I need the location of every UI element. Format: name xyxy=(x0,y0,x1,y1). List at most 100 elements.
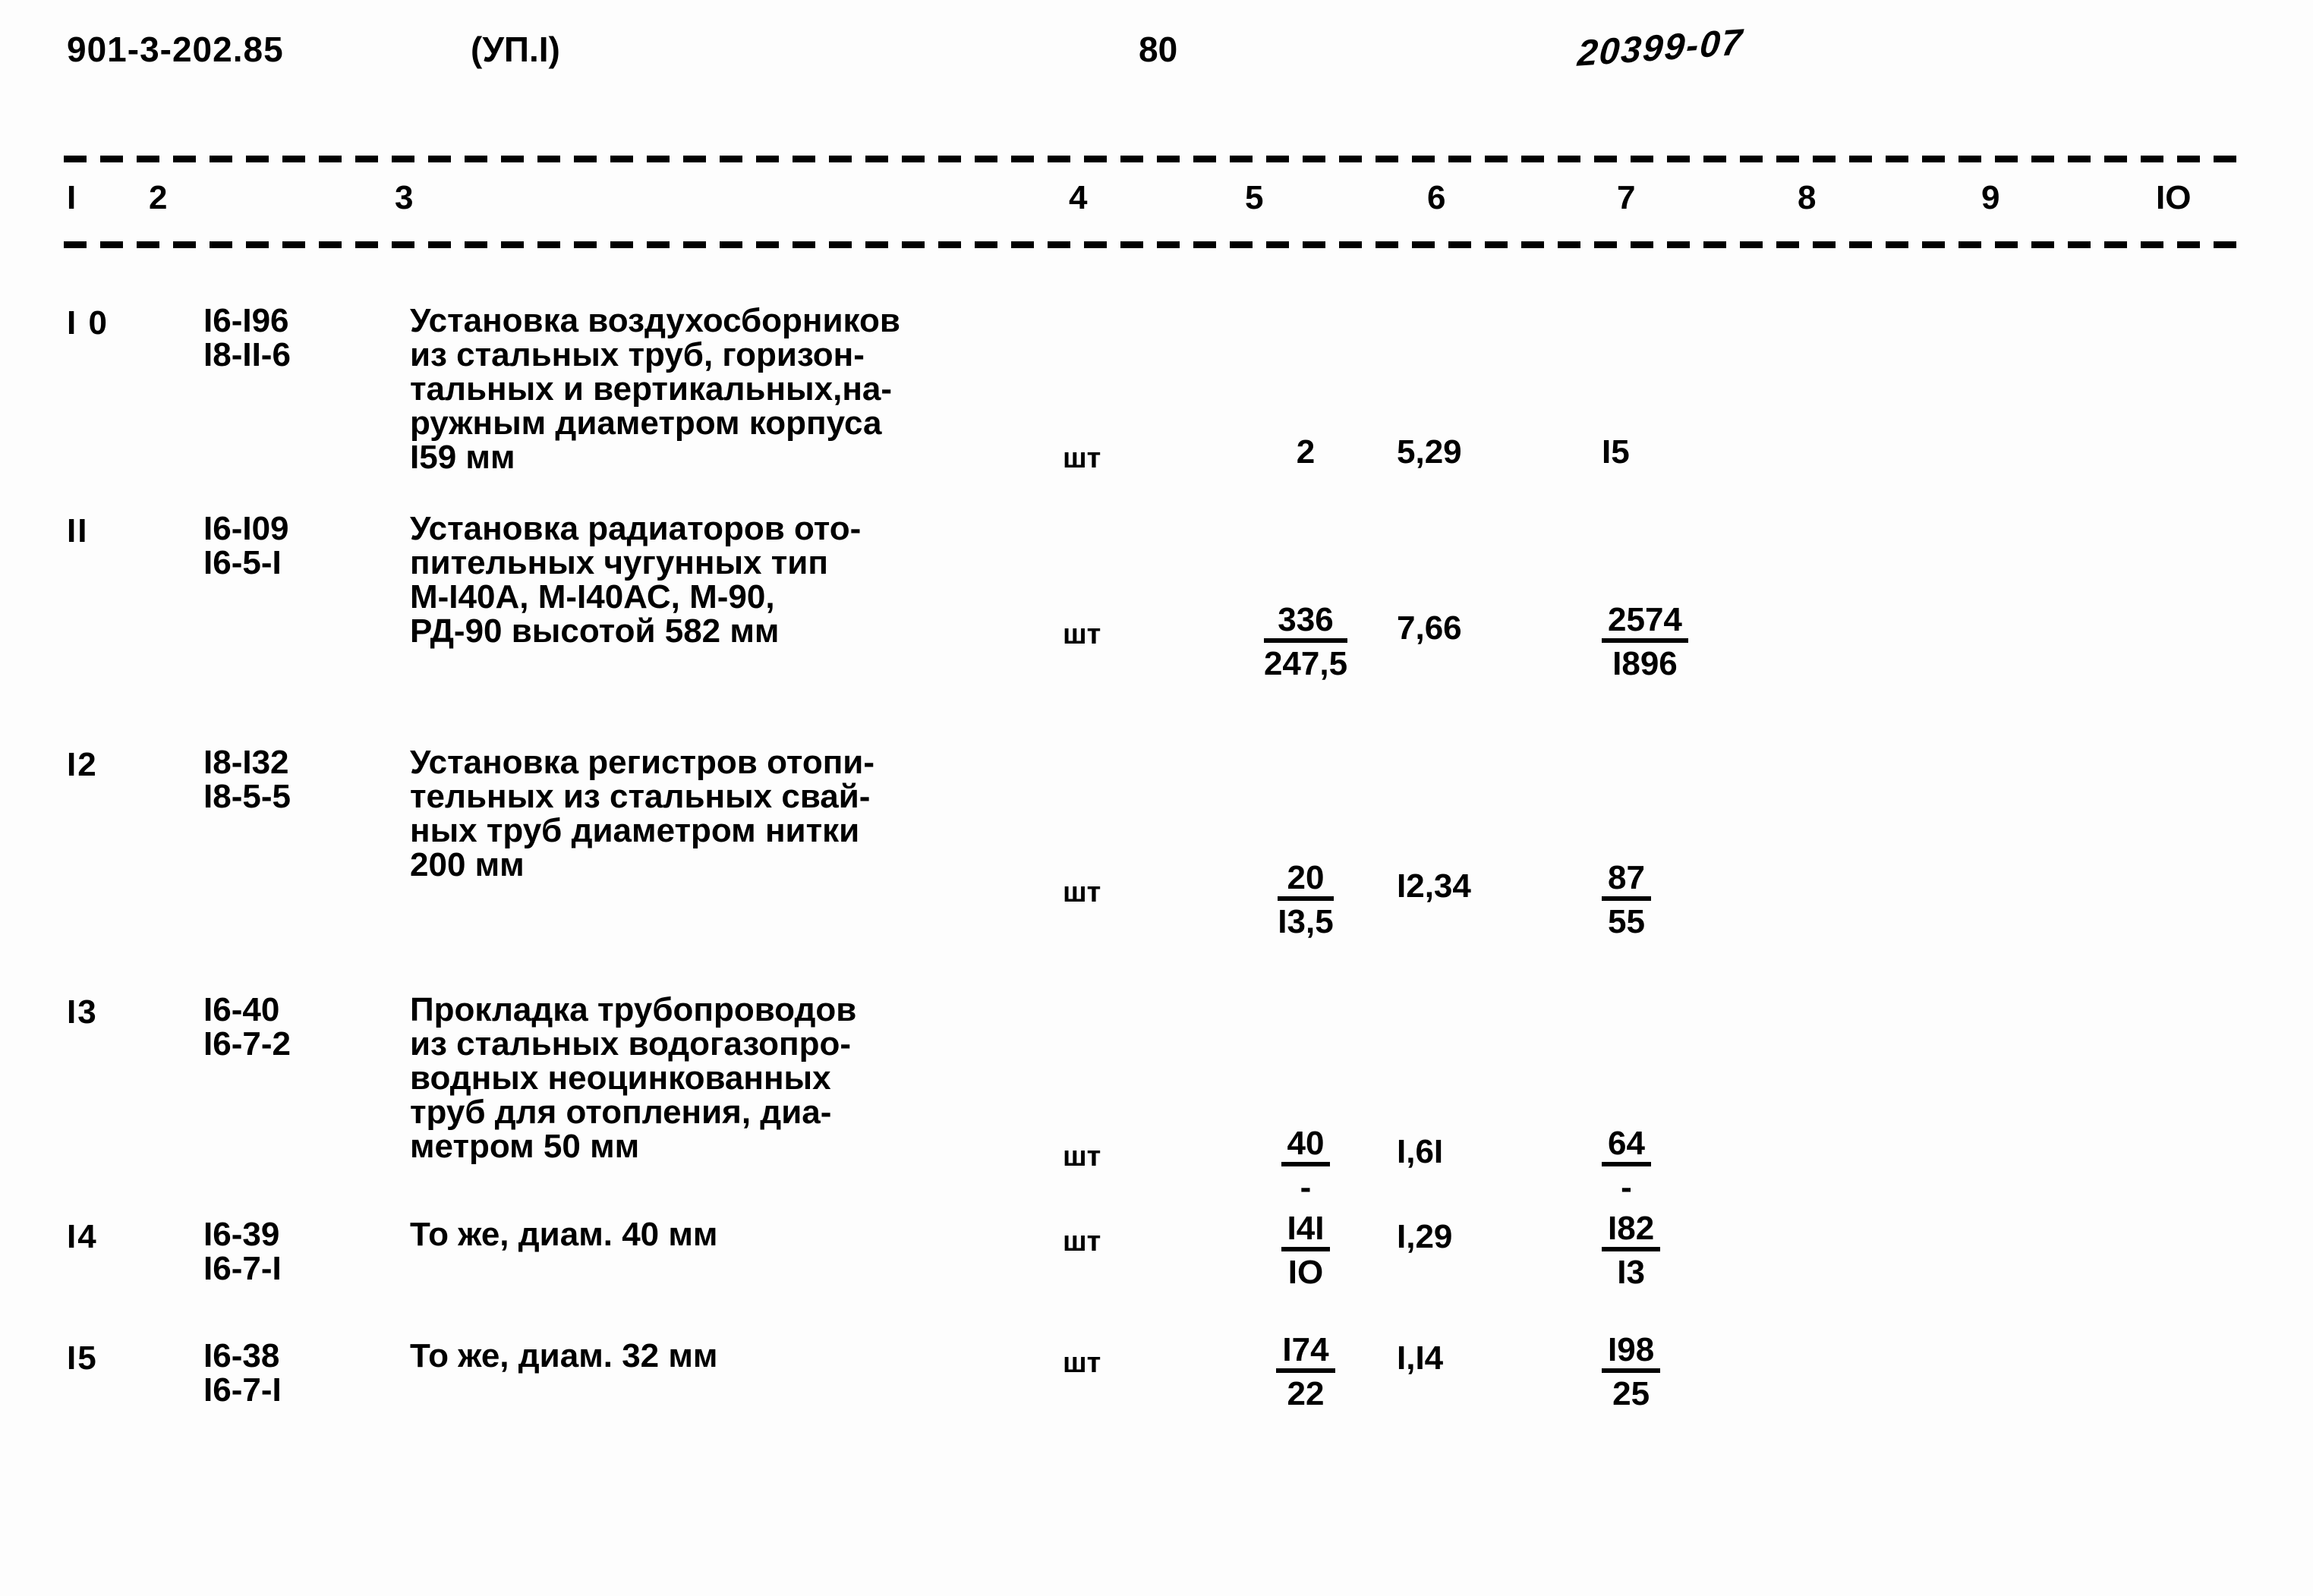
norm-code-line-2: I6-5-I xyxy=(203,543,282,581)
row-quantity-col6: I,29 xyxy=(1397,1218,1453,1255)
table-row: I2 I8-I32 I8-5-5 Установка регистров отоп… xyxy=(0,732,2313,983)
column-number-4: 4 xyxy=(1069,179,1088,216)
quantity-col7-numerator: I82 xyxy=(1602,1212,1661,1251)
norm-code-line-2: I6-7-I xyxy=(203,1249,282,1287)
quantity-col7-fraction: I82 I3 xyxy=(1602,1212,1661,1289)
row-quantity-col5: 2 xyxy=(1230,433,1382,471)
row-quantity-col6: 5,29 xyxy=(1397,433,1462,471)
quantity-col5-numerator: 40 xyxy=(1281,1127,1331,1166)
norm-code-line-1: I6-40 xyxy=(203,991,280,1028)
quantity-col7-value: I5 xyxy=(1602,433,1630,471)
quantity-col5-denominator: IO xyxy=(1287,1254,1324,1291)
quantity-col5-numerator: 336 xyxy=(1263,603,1348,643)
row-position-number: I2 xyxy=(67,746,98,783)
row-norm-code: I6-39 I6-7-I xyxy=(203,1216,282,1287)
row-description: То же, диам. 40 мм xyxy=(410,1216,718,1253)
quantity-col7-fraction: 2574 I896 xyxy=(1602,603,1688,681)
row-quantity-col5: I74 22 xyxy=(1230,1333,1382,1413)
scanned-document-page: 901-3-202.85 (УП.I) 80 20399-07 I 2 3 4 … xyxy=(0,0,2313,1596)
row-quantity-col5: I4I IO xyxy=(1230,1212,1382,1292)
row-description: То же, диам. 32 мм xyxy=(410,1337,718,1374)
row-position-number: I5 xyxy=(67,1339,98,1377)
row-position-number: I4 xyxy=(67,1218,98,1255)
norm-code-line-2: I6-7-I xyxy=(203,1371,282,1409)
row-norm-code: I6-38 I6-7-I xyxy=(203,1339,282,1408)
row-unit: шт xyxy=(1063,1226,1101,1258)
quantity-col5-numerator: I4I xyxy=(1281,1212,1331,1251)
row-quantity-col5: 40 - xyxy=(1230,1127,1382,1207)
quantity-col5-fraction: I4I IO xyxy=(1281,1212,1331,1289)
quantity-col5-fraction: 336 247,5 xyxy=(1263,603,1348,682)
column-number-7: 7 xyxy=(1617,179,1636,216)
row-quantity-col6: I,6I xyxy=(1397,1133,1444,1170)
table-row: II I6-I09 I6-5-I Установка радиаторов ото… xyxy=(0,497,2313,732)
quantity-col5-value: 2 xyxy=(1296,433,1316,471)
row-quantity-col7: 87 55 xyxy=(1602,861,1784,941)
row-norm-code: I8-I32 I8-5-5 xyxy=(203,745,291,815)
row-unit: шт xyxy=(1063,619,1101,650)
row-unit: шт xyxy=(1063,1141,1101,1173)
column-number-9: 9 xyxy=(1981,179,2000,216)
row-position-number: II xyxy=(67,512,89,549)
row-unit: шт xyxy=(1063,877,1101,908)
table-row: I 0 I6-I96 I8-II-6 Установка воздухосборн… xyxy=(0,269,2313,497)
quantity-col7-fraction: 87 55 xyxy=(1602,861,1651,939)
album-label: (УП.I) xyxy=(471,30,560,69)
row-description: Установка воздухосборников из стальных т… xyxy=(410,302,900,476)
quantity-col7-fraction: 64 - xyxy=(1602,1127,1651,1204)
page-number: 80 xyxy=(1139,30,1178,69)
row-norm-code: I6-I09 I6-5-I xyxy=(203,512,289,581)
row-position-number: I 0 xyxy=(67,304,109,342)
table-rule-top xyxy=(64,156,2250,162)
row-norm-code: I6-I96 I8-II-6 xyxy=(203,304,291,373)
norm-code-line-2: I8-II-6 xyxy=(203,335,291,373)
row-quantity-col7: I82 I3 xyxy=(1602,1212,1784,1292)
table-column-numbers: I 2 3 4 5 6 7 8 9 IO xyxy=(0,179,2313,232)
row-quantity-col6: 7,66 xyxy=(1397,609,1462,647)
quantity-col5-fraction: I74 22 xyxy=(1276,1333,1335,1411)
quantity-col5-denominator: 247,5 xyxy=(1263,645,1348,682)
norm-code-line-1: I6-39 xyxy=(203,1216,280,1253)
table-row: I4 I6-39 I6-7-I То же, диам. 40 мм шт I4I… xyxy=(0,1210,2313,1332)
quantity-col7-fraction: I98 25 xyxy=(1602,1333,1661,1411)
row-description: Установка радиаторов ото- пительных чугу… xyxy=(410,510,862,650)
quantity-col5-numerator: 20 xyxy=(1278,861,1334,901)
quantity-col7-denominator: - xyxy=(1621,1169,1632,1206)
quantity-col7-numerator: 64 xyxy=(1602,1127,1651,1166)
column-number-10: IO xyxy=(2156,179,2192,216)
row-quantity-col7: 2574 I896 xyxy=(1602,603,1784,683)
norm-code-line-1: I6-I96 xyxy=(203,302,289,339)
row-description: Установка регистров отопи- тельных из ст… xyxy=(410,744,874,883)
table-row: I5 I6-38 I6-7-I То же, диам. 32 мм шт I74… xyxy=(0,1332,2313,1476)
column-number-2: 2 xyxy=(149,179,168,216)
norm-code-line-2: I8-5-5 xyxy=(203,777,291,815)
quantity-col7-numerator: 87 xyxy=(1602,861,1651,901)
row-position-number: I3 xyxy=(67,993,98,1031)
table-row: I3 I6-40 I6-7-2 Прокладка трубопроводов и… xyxy=(0,983,2313,1210)
column-number-8: 8 xyxy=(1798,179,1817,216)
quantity-col5-denominator: I3,5 xyxy=(1278,903,1334,940)
document-header: 901-3-202.85 (УП.I) 80 20399-07 xyxy=(0,22,2313,82)
document-code: 901-3-202.85 xyxy=(67,30,284,69)
row-quantity-col6: I2,34 xyxy=(1397,867,1471,905)
quantity-col7-denominator: I896 xyxy=(1612,645,1678,682)
row-quantity-col5: 20 I3,5 xyxy=(1230,861,1382,941)
row-quantity-col7: I98 25 xyxy=(1602,1333,1784,1413)
quantity-col5-numerator: I74 xyxy=(1276,1333,1335,1373)
table-rule-bottom xyxy=(64,241,2250,248)
column-number-1: I xyxy=(67,179,77,216)
norm-code-line-2: I6-7-2 xyxy=(203,1025,291,1062)
quantity-col7-numerator: 2574 xyxy=(1602,603,1688,643)
quantity-col5-fraction: 40 - xyxy=(1281,1127,1331,1204)
row-unit: шт xyxy=(1063,442,1101,474)
row-description: Прокладка трубопроводов из стальных водо… xyxy=(410,991,857,1165)
quantity-col5-fraction: 20 I3,5 xyxy=(1278,861,1334,940)
quantity-col5-denominator: 22 xyxy=(1287,1375,1325,1412)
table-body: I 0 I6-I96 I8-II-6 Установка воздухосборн… xyxy=(0,269,2313,1476)
row-unit: шт xyxy=(1063,1347,1101,1379)
norm-code-line-1: I6-I09 xyxy=(203,510,289,547)
column-number-6: 6 xyxy=(1427,179,1446,216)
handwritten-stamp: 20399-07 xyxy=(1576,22,1745,74)
row-quantity-col6: I,I4 xyxy=(1397,1339,1444,1377)
row-quantity-col5: 336 247,5 xyxy=(1230,603,1382,683)
